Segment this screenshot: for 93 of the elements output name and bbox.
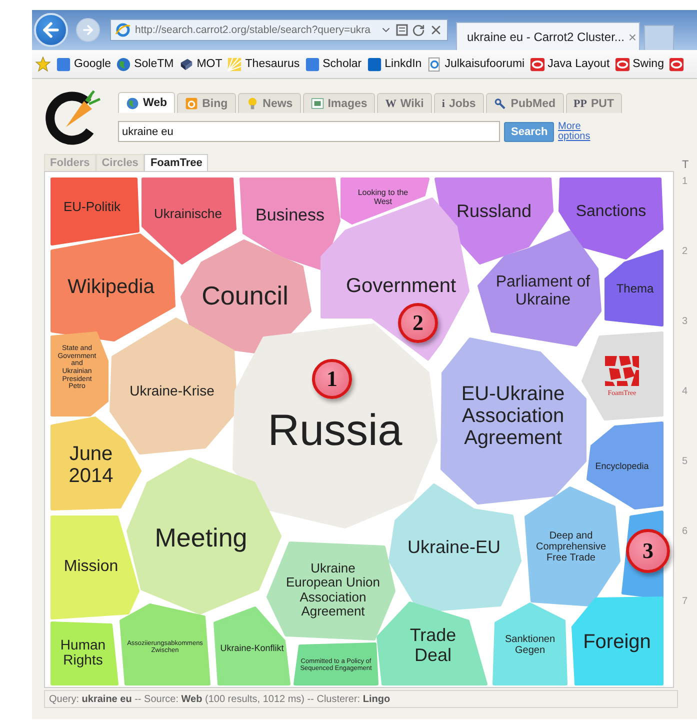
cluster-label: Ukraine European Union Association Agreement (285, 561, 381, 619)
square-icon (56, 56, 71, 72)
cluster-label: Ukrainische (153, 206, 223, 222)
cluster-label: Wikipedia (66, 276, 156, 298)
square-icon (304, 56, 320, 72)
cluster-label: Business (254, 206, 326, 226)
cluster-label: Ukraine-EU (406, 538, 502, 558)
cluster-label: Ukraine-Krise (128, 383, 216, 399)
cluster-cell[interactable] (572, 596, 664, 686)
image-icon (310, 97, 324, 110)
cluster-label: Parliament of Ukraine (494, 273, 592, 309)
address-text: http://search.carrot2.org/stable/search?query=ukra (135, 24, 372, 36)
bookmark-link[interactable]: Scholar (304, 56, 362, 72)
cluster-cell[interactable] (604, 250, 664, 326)
ring-icon (614, 56, 630, 72)
browser-icon (115, 22, 131, 38)
book-icon (178, 56, 194, 72)
bookmark-link[interactable]: LinkdIn (366, 56, 422, 72)
cluster-label: Russland (455, 202, 533, 222)
close-icon[interactable] (429, 23, 443, 37)
cluster-label: Ukraine-Konflikt (219, 644, 285, 654)
source-tab[interactable]: Web (118, 92, 176, 113)
square-icon (185, 97, 198, 110)
result-number: 4 (682, 386, 689, 399)
cluster-cell[interactable] (478, 230, 602, 346)
cluster-cell[interactable] (524, 486, 620, 606)
bookmark-link[interactable]: MOT (178, 56, 222, 72)
cluster-label: Sanktionen Gegen (504, 634, 556, 656)
ring-icon (668, 56, 684, 72)
cluster-label: Encyclopedia (594, 462, 650, 472)
cluster-label: EU-Ukraine Association Agreement (460, 383, 566, 449)
result-number: 6 (682, 526, 689, 539)
result-number: 1 (682, 176, 689, 189)
bookmark-link[interactable]: Julkaisufoorumi (426, 56, 525, 72)
bookmark-link[interactable]: Thesaurus (227, 56, 300, 72)
more-options-link[interactable]: More options (558, 122, 594, 142)
address-field[interactable]: http://search.carrot2.org/stable/search?query=ukra (110, 19, 448, 41)
source-tab[interactable]: i Jobs (434, 93, 484, 113)
cluster-cell[interactable] (434, 178, 554, 264)
source-icon: i (442, 98, 445, 110)
results-heading: T (682, 159, 689, 173)
cluster-label: Looking to the West (356, 189, 410, 207)
cluster-label: Russia (266, 406, 404, 456)
cluster-label: Government (344, 275, 458, 297)
refresh-icon[interactable] (412, 24, 425, 36)
cluster-cell[interactable] (240, 178, 340, 270)
ring-icon (530, 56, 545, 72)
result-number: 5 (682, 456, 689, 469)
cluster-cell[interactable] (558, 178, 664, 260)
forward-button[interactable] (76, 18, 100, 42)
page-icon[interactable] (396, 24, 408, 36)
star-icon[interactable] (35, 56, 51, 72)
bookmark-link[interactable]: SoleTM (116, 56, 174, 72)
bookmark-link[interactable]: Java Layout (530, 56, 610, 72)
bookmark-link[interactable]: Google (56, 56, 112, 72)
cluster-label: Council (200, 282, 290, 310)
square-icon (366, 56, 382, 72)
cluster-cell[interactable] (294, 642, 378, 686)
cluster-label: Human Rights (59, 638, 107, 668)
browser-tab[interactable]: ukraine eu - Carrot2 Cluster... × (456, 22, 640, 50)
tab-title: ukraine eu - Carrot2 Cluster... (467, 30, 624, 44)
result-number: 7 (682, 596, 689, 609)
source-icon: W (385, 98, 396, 110)
bulb-icon (246, 97, 259, 110)
status-text: Query: ukraine eu -- Source: Web (100 results, 1012 ms) -- Clusterer: Lingo (49, 694, 390, 704)
source-tab[interactable]: W Wiki (377, 93, 432, 113)
logo-icon (603, 354, 641, 388)
cluster-cell[interactable] (50, 234, 176, 342)
source-tab[interactable]: PP PUT (566, 93, 622, 113)
page-icon (426, 56, 442, 72)
view-tab[interactable]: FoamTree (144, 154, 208, 171)
cluster-cell[interactable] (340, 178, 430, 224)
cluster-label: EU-Politik (62, 200, 122, 214)
cluster-cell[interactable] (50, 178, 140, 246)
cluster-label: Mission (62, 558, 120, 576)
cluster-label: Meeting (154, 524, 248, 552)
cluster-label: June 2014 (68, 443, 114, 487)
globe-icon (116, 56, 132, 72)
cluster-cell[interactable] (142, 178, 236, 264)
sun-icon (227, 56, 242, 72)
cluster-label: Deep and Comprehensive Free Trade (535, 530, 607, 564)
result-number: 2 (682, 246, 689, 259)
search-field[interactable]: ukraine eu (118, 121, 500, 142)
cluster-cell[interactable] (440, 338, 586, 504)
cluster-label: Sanctions (574, 203, 648, 221)
back-button[interactable] (34, 13, 68, 47)
result-number: 3 (682, 316, 689, 329)
source-icon: PP (574, 98, 587, 110)
cluster-label: Foreign (582, 631, 652, 653)
cluster-label: Thema (615, 282, 655, 296)
cluster-label: Trade Deal (408, 626, 458, 666)
bookmark-link[interactable]: Swing (614, 56, 664, 72)
globe-icon (126, 96, 139, 110)
